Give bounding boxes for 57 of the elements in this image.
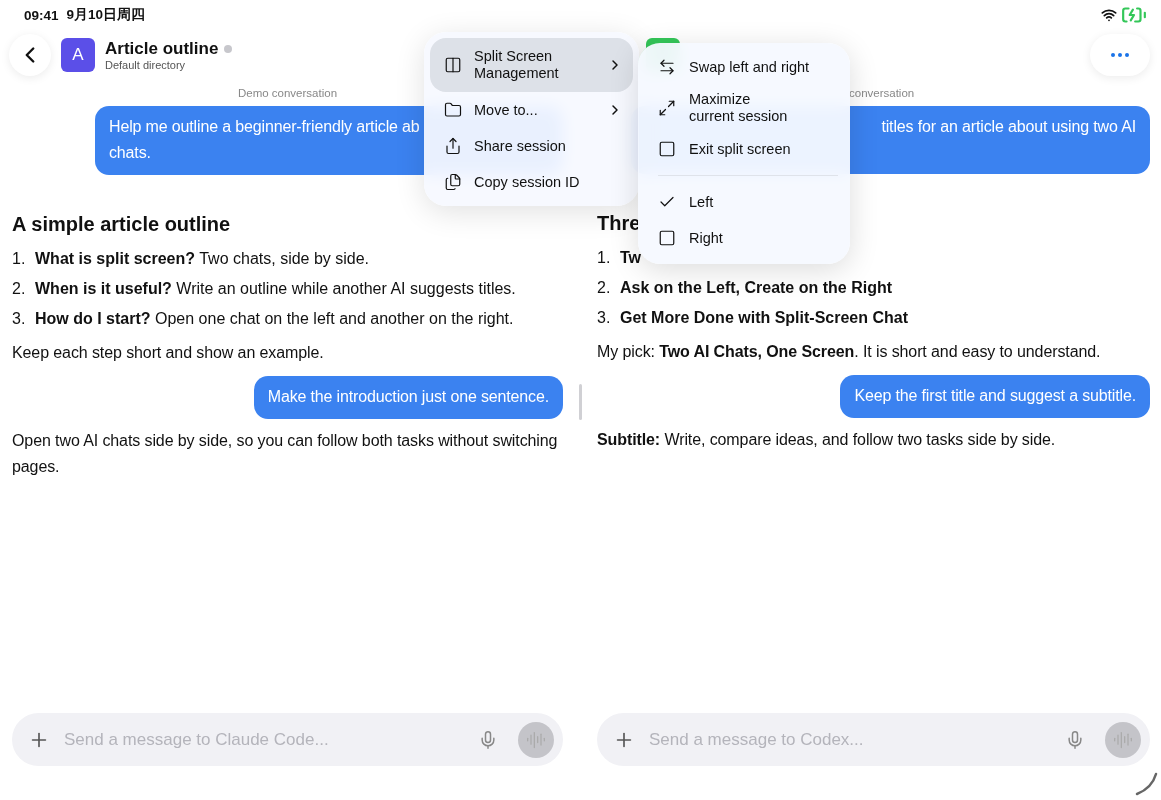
list-number: 3.: [597, 308, 612, 328]
list-item-text: Get More Done with Split-Screen Chat: [620, 308, 909, 328]
menu-option[interactable]: Left: [658, 184, 838, 220]
message-field[interactable]: Send a message to Claude Code...: [12, 713, 563, 766]
list-number: 1.: [597, 248, 612, 268]
folder-icon: [444, 101, 462, 119]
menu-item[interactable]: Split Screen Management: [430, 38, 633, 92]
back-button[interactable]: [9, 34, 51, 76]
maximize-icon: [658, 99, 676, 117]
conversation-caption: conversation: [849, 87, 915, 99]
square-icon: [658, 140, 676, 158]
list-item-text: What is split screen? Two chats, side by side.: [35, 249, 370, 269]
ellipsis-icon: [1111, 53, 1129, 57]
response-heading: A simple article outline: [12, 212, 232, 237]
response-text: Subtitle: Write, compare ideas, and follow two tasks side by side.: [597, 430, 1057, 450]
split-divider-handle[interactable]: [578, 384, 582, 420]
split-view-icon: [444, 56, 462, 74]
sound-wave-icon: [1113, 729, 1133, 750]
list-item-text: Tw: [620, 248, 642, 268]
microphone-icon: [1065, 729, 1085, 750]
chat-avatar: A: [61, 38, 95, 72]
status-time: 09:41: [24, 7, 59, 23]
menu-item[interactable]: Exit split screen: [658, 131, 838, 167]
message-input[interactable]: Send a message to Codex...: [647, 728, 1053, 751]
share-icon: [444, 137, 462, 155]
microphone-button[interactable]: [1065, 729, 1085, 750]
copy-icon: [444, 173, 462, 191]
message-input[interactable]: Send a message to Claude Code...: [62, 728, 466, 751]
response-heading: Thre: [597, 211, 642, 236]
list-number: 2.: [597, 278, 612, 298]
microphone-button[interactable]: [478, 729, 498, 750]
chat-subtitle: Default directory: [105, 59, 187, 71]
list-number: 2.: [12, 279, 27, 299]
status-date: 9月10日周四: [66, 6, 146, 24]
list-item-text: Ask on the Left, Create on the Right: [620, 278, 892, 298]
menu-item[interactable]: Swap left and right: [658, 49, 838, 85]
sound-wave-icon: [526, 729, 546, 750]
user-message: Make the introduction just one sentence.: [253, 376, 563, 419]
conversation-caption: Demo conversation: [237, 87, 338, 99]
chat-title: Article outline: [105, 39, 219, 59]
list-number: 1.: [12, 249, 27, 269]
user-message: Keep the first title and suggest a subtitle.: [840, 375, 1150, 418]
resize-corner-icon: [1134, 772, 1158, 796]
microphone-icon: [478, 729, 498, 750]
list-item-text: When is it useful? Write an outline while another AI suggests titles.: [35, 279, 516, 299]
message-field[interactable]: Send a message to Codex...: [597, 713, 1150, 766]
voice-button[interactable]: [518, 721, 554, 758]
response-text: Keep each step short and show an example.: [12, 343, 325, 363]
wifi-icon: [1101, 7, 1117, 23]
response-text: Open two AI chats side by side, so you can follow both tasks without switching pages.: [12, 431, 559, 477]
swap-icon: [658, 58, 676, 76]
response-text: My pick: Two AI Chats, One Screen. It is short and easy to understand.: [597, 342, 1102, 362]
status-dot: [224, 45, 233, 53]
list-number: 3.: [12, 309, 27, 329]
menu-option[interactable]: Right: [658, 220, 838, 256]
list-item-text: How do I start? Open one chat on the left and another on the right.: [35, 309, 514, 329]
voice-button[interactable]: [1105, 721, 1141, 758]
